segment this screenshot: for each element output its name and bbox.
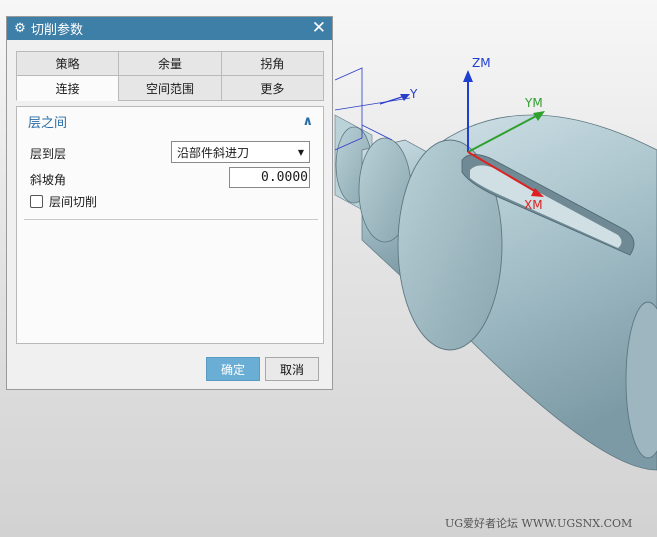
layer-to-layer-label: 层到层 (30, 147, 67, 161)
cancel-button[interactable]: 取消 (265, 357, 319, 381)
axis-label-y: Y (409, 87, 418, 101)
chevron-up-icon[interactable]: ∧ (302, 114, 313, 129)
dropdown-arrow-icon: ▼ (297, 148, 304, 157)
cutting-parameters-dialog: ⚙ 切削参数 ✕ 策略 余量 拐角 连接 空间范围 更多 层之间 ∧ 层到层 沿… (6, 16, 333, 390)
close-icon[interactable]: ✕ (312, 18, 326, 38)
tab-corners[interactable]: 拐角 (220, 51, 324, 76)
inter-layer-cut-label: 层间切削 (49, 195, 98, 209)
inter-layer-cut-checkbox[interactable] (30, 195, 43, 208)
tab-more[interactable]: 更多 (220, 75, 324, 101)
axis-label-xm: XM (524, 198, 543, 212)
ramp-angle-label: 斜坡角 (30, 173, 67, 187)
dialog-titlebar[interactable]: ⚙ 切削参数 ✕ (7, 17, 332, 40)
layer-to-layer-select[interactable]: 沿部件斜进刀 ▼ (171, 141, 310, 163)
section-header-between-levels[interactable]: 层之间 ∧ (17, 107, 323, 135)
watermark: UG爱好者论坛 WWW.UGSNX.COM (445, 517, 633, 530)
tab-connections[interactable]: 连接 (16, 75, 120, 101)
ok-button[interactable]: 确定 (206, 357, 260, 381)
tab-stock[interactable]: 余量 (118, 51, 222, 76)
tab-containment[interactable]: 空间范围 (118, 75, 222, 101)
ramp-angle-input[interactable]: 0.0000 (229, 167, 310, 188)
tab-strategy[interactable]: 策略 (16, 51, 120, 76)
divider (24, 219, 318, 220)
tab-strip: 策略 余量 拐角 连接 空间范围 更多 (16, 51, 324, 101)
gear-icon: ⚙ (14, 21, 26, 36)
layer-to-layer-value: 沿部件斜进刀 (177, 145, 250, 160)
section-title: 层之间 (28, 115, 68, 131)
inter-layer-cut-row[interactable]: 层间切削 (30, 193, 97, 210)
axis-label-zm: ZM (472, 56, 491, 70)
axis-label-ym: YM (524, 96, 543, 110)
tab-panel-connections: 层之间 ∧ 层到层 沿部件斜进刀 ▼ 斜坡角 0.0000 层间切削 (16, 106, 324, 344)
dialog-title: 切削参数 (31, 23, 84, 38)
